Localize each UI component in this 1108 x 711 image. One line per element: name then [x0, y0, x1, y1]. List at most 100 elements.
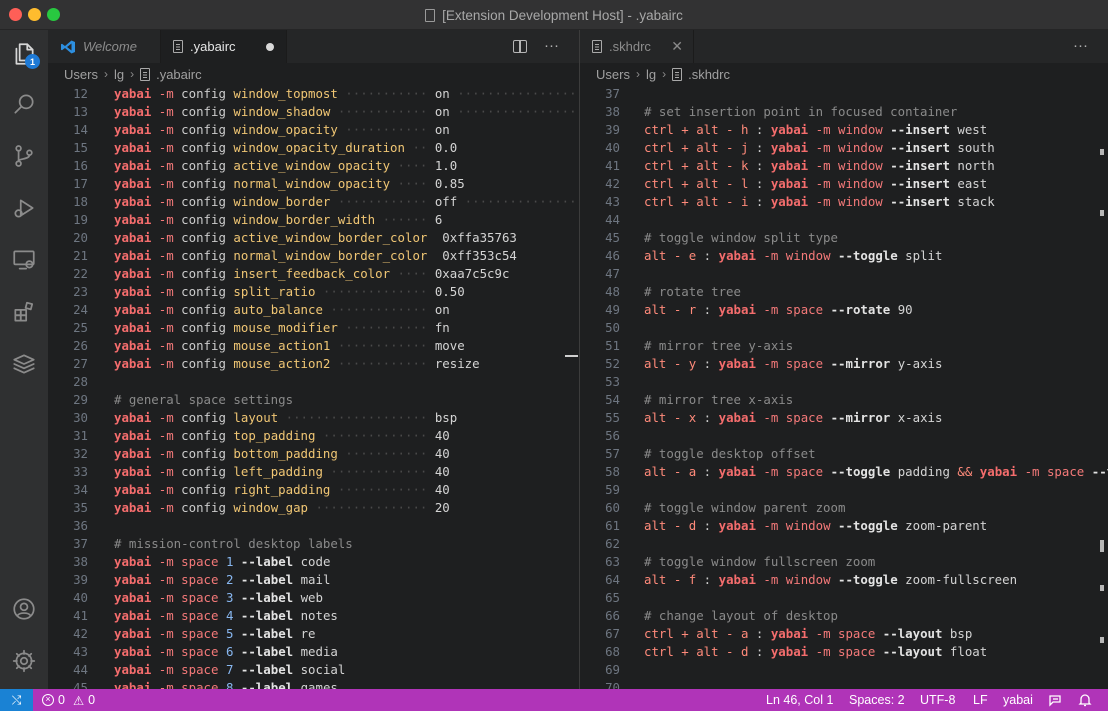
- property-token: mouse_action2: [233, 356, 331, 371]
- tab-skhdrc[interactable]: .skhdrc ✕: [580, 30, 694, 63]
- feedback-icon[interactable]: [1048, 689, 1062, 711]
- option-token: --label: [240, 626, 294, 641]
- property-token: bottom_padding: [233, 446, 338, 461]
- code-line: 70: [580, 679, 1108, 689]
- code-content: yabai -m space 5 --label re: [114, 625, 316, 643]
- flag-token: -m: [815, 176, 831, 191]
- command-token: config: [181, 158, 226, 173]
- code-line: 67 ctrl + alt - a : yabai -m space --layo…: [580, 625, 1108, 643]
- language-mode[interactable]: yabai: [1003, 689, 1033, 711]
- breadcrumb-folder[interactable]: lg: [646, 67, 656, 82]
- explorer-icon[interactable]: 1: [0, 30, 48, 78]
- option-token: --insert: [890, 158, 950, 173]
- comment-token: # mirror tree y-axis: [644, 338, 794, 353]
- more-actions-icon[interactable]: ···: [544, 38, 559, 54]
- property-token: mouse_action1: [233, 338, 331, 353]
- breadcrumb-folder[interactable]: Users: [596, 67, 630, 82]
- separator-token: [831, 122, 838, 137]
- breadcrumb-file[interactable]: .skhdrc: [672, 67, 730, 82]
- explorer-badge: 1: [25, 54, 40, 69]
- notifications-bell-icon[interactable]: [1078, 689, 1092, 711]
- separator-token: [831, 626, 838, 641]
- flag-token: -m: [763, 518, 779, 533]
- breadcrumb-folder[interactable]: Users: [64, 67, 98, 82]
- run-debug-icon[interactable]: [0, 184, 48, 232]
- whitespace-dots: ············: [330, 482, 435, 497]
- flag-token: -m: [158, 500, 174, 515]
- separator-token: [808, 158, 815, 173]
- code-content: yabai -m config active_window_opacity ··…: [114, 157, 457, 175]
- accounts-icon[interactable]: [0, 585, 48, 633]
- line-number: 26: [73, 338, 88, 353]
- source-control-icon[interactable]: [0, 132, 48, 180]
- value-token: 40: [434, 464, 450, 479]
- keyword-token: yabai: [114, 104, 152, 119]
- hotkey-token: ctrl + alt - h: [644, 122, 749, 137]
- code-content: alt - d : yabai -m window --toggle zoom-…: [644, 517, 987, 535]
- line-number: 42: [605, 176, 620, 191]
- minimap-mark: [1100, 585, 1104, 591]
- keyword-token: yabai: [114, 554, 152, 569]
- flag-token: -m: [763, 464, 779, 479]
- cursor-position[interactable]: Ln 46, Col 1: [766, 689, 833, 711]
- separator-token: :: [748, 158, 771, 173]
- tab-yabairc[interactable]: .yabairc: [161, 30, 287, 63]
- tab-welcome[interactable]: Welcome: [48, 30, 161, 63]
- more-actions-icon[interactable]: ···: [1073, 38, 1088, 54]
- keyword-token: yabai: [770, 626, 809, 641]
- line-number: 45: [73, 680, 88, 689]
- breadcrumb-file-label: .yabairc: [156, 66, 202, 82]
- breadcrumb-file[interactable]: .yabairc: [140, 67, 202, 82]
- flag-token: -m: [158, 158, 174, 173]
- line-number: 21: [73, 248, 88, 263]
- hotkey-token: ctrl + alt - d: [644, 644, 749, 659]
- breadcrumb-folder[interactable]: lg: [114, 67, 124, 82]
- option-token: --insert: [890, 140, 950, 155]
- stack-layers-icon[interactable]: [0, 340, 48, 388]
- code-editor-skhdrc[interactable]: 37 38 # set insertion point in focused con…: [580, 85, 1108, 689]
- line-number: 50: [605, 320, 620, 335]
- code-content: # toggle window split type: [644, 229, 838, 247]
- remote-explorer-icon[interactable]: [0, 236, 48, 284]
- flag-token: window: [785, 248, 831, 263]
- code-line: 22 yabai -m config insert_feedback_color …: [48, 265, 579, 283]
- code-content: yabai -m config normal_window_border_col…: [114, 247, 517, 265]
- flag-token: -m: [158, 572, 174, 587]
- command-token: space: [181, 572, 219, 587]
- keyword-token: yabai: [114, 356, 152, 371]
- split-editor-icon[interactable]: [513, 40, 527, 53]
- code-line: 30 yabai -m config layout ···············…: [48, 409, 579, 427]
- search-icon[interactable]: [0, 80, 48, 128]
- keyword-token: yabai: [114, 482, 152, 497]
- whitespace-dots: ············: [330, 356, 435, 371]
- settings-gear-icon[interactable]: [0, 637, 48, 685]
- problems-indicator[interactable]: × 0 ⚠ 0: [42, 689, 95, 711]
- option-token: --mirror: [830, 356, 891, 371]
- code-content: yabai -m config split_ratio ············…: [114, 283, 465, 301]
- separator-token: [875, 644, 882, 659]
- indentation[interactable]: Spaces: 2: [849, 689, 905, 711]
- unsaved-dot-icon[interactable]: [266, 43, 274, 51]
- value-token: 90: [890, 302, 913, 317]
- separator-token: [778, 464, 785, 479]
- command-token: config: [181, 464, 226, 479]
- keyword-token: yabai: [114, 248, 152, 263]
- tab-label: .skhdrc: [609, 39, 651, 54]
- remote-indicator-icon[interactable]: ⤭: [0, 689, 33, 711]
- code-editor-yabairc[interactable]: 12 yabai -m config window_topmost ·······…: [48, 85, 579, 689]
- option-token: --toggle: [830, 464, 891, 479]
- encoding[interactable]: UTF-8: [920, 689, 955, 711]
- keyword-token: yabai: [114, 410, 152, 425]
- code-line: 51 # mirror tree y-axis: [580, 337, 1108, 355]
- flag-token: -m: [158, 554, 174, 569]
- extensions-icon[interactable]: [0, 288, 48, 336]
- separator-token: [778, 302, 785, 317]
- end-of-line[interactable]: LF: [973, 689, 988, 711]
- value-token: mail: [300, 572, 331, 587]
- hotkey-token: alt - f: [644, 572, 697, 587]
- value-token: 0.0: [434, 140, 458, 155]
- code-content: yabai -m config window_border ··········…: [114, 193, 579, 211]
- hotkey-token: ctrl + alt - k: [644, 158, 749, 173]
- close-tab-icon[interactable]: ✕: [671, 39, 683, 53]
- code-content: yabai -m config window_border_width ····…: [114, 211, 442, 229]
